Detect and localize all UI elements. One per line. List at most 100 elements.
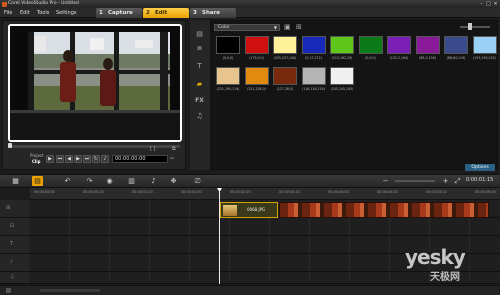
color-swatch[interactable] [387, 36, 411, 54]
color-swatch[interactable] [358, 36, 383, 54]
title-track-header[interactable]: T [0, 236, 30, 254]
trim-markers-icon[interactable]: [ ] [150, 146, 156, 152]
ruler-tick-label: 00:00:04:20 [377, 190, 398, 194]
audio-icon[interactable]: ♫ [194, 112, 205, 121]
scroll-left-icon[interactable] [6, 288, 11, 293]
color-swatch[interactable] [216, 67, 240, 85]
ruler-tick-label: 00:00:05:10 [426, 190, 447, 194]
video-clip[interactable] [279, 202, 489, 218]
volume-icon[interactable]: ♪ [101, 155, 109, 163]
color-swatch[interactable] [244, 36, 269, 54]
timeline-timecode[interactable]: 0:00:01:15 [466, 177, 493, 183]
ruler-tick-label: 00:00:02:20 [230, 190, 251, 194]
color-swatch[interactable] [273, 36, 297, 54]
preview-timecode[interactable]: 00:00:00:00 [112, 155, 168, 163]
ruler-tick-label: 00:00:00:20 [83, 190, 104, 194]
title-icon[interactable]: T [194, 62, 205, 71]
subtitle-editor-icon[interactable]: ⎚ [192, 176, 203, 186]
ruler-tick-label: 00:00:00:00 [34, 190, 55, 194]
color-swatch[interactable] [301, 36, 326, 54]
color-swatch[interactable] [330, 36, 354, 54]
filter-fx-icon[interactable]: FX [194, 96, 205, 105]
next-frame-icon[interactable]: ▶ [74, 155, 82, 163]
menu-tools[interactable]: Tools [37, 10, 49, 16]
tab-capture-number: 1 [99, 10, 103, 16]
auto-music-icon[interactable]: ♪ [148, 176, 159, 186]
timeline-view-icon[interactable]: ▤ [32, 176, 43, 186]
undo-icon[interactable]: ↶ [62, 176, 73, 186]
menu-settings[interactable]: Settings [56, 10, 77, 16]
color-swatch-label: (153,193,255) [473, 56, 496, 60]
add-folder-icon[interactable]: ▣ [284, 23, 291, 31]
options-button[interactable]: Options [465, 164, 495, 171]
cut-clip-icon[interactable]: ✂ [170, 156, 174, 162]
color-swatch[interactable] [444, 36, 468, 54]
end-icon[interactable]: ⏭ [83, 155, 91, 163]
ruler-tick-label: 00:00:04:00 [328, 190, 349, 194]
storyboard-view-icon[interactable]: ▦ [10, 176, 21, 186]
app-icon [2, 1, 7, 7]
tab-edit[interactable]: 2 Edit [143, 8, 189, 18]
video-track-header[interactable]: ⊞ [0, 200, 30, 218]
previous-frame-icon[interactable]: ◀ [65, 155, 73, 163]
status-bar [0, 285, 500, 295]
color-swatch-label: (85,0,136) [419, 56, 436, 60]
clip-name: 0068.JPG [247, 207, 266, 212]
playhead[interactable] [219, 188, 220, 284]
category-dropdown[interactable]: Color ▼ [214, 24, 280, 31]
home-icon[interactable]: ⏮ [56, 155, 64, 163]
zoom-out-icon[interactable]: − [380, 176, 391, 186]
record-capture-icon[interactable]: ◉ [104, 176, 115, 186]
tab-capture[interactable]: 1 Capture [96, 8, 142, 18]
scrubber-handle[interactable] [8, 143, 12, 148]
media-icon[interactable]: ▤ [194, 30, 205, 39]
repeat-icon[interactable]: ↻ [92, 155, 100, 163]
color-swatch[interactable] [301, 67, 326, 85]
zoom-in-icon[interactable]: + [440, 176, 451, 186]
tab-edit-label: Edit [155, 10, 168, 16]
timeline-scrollbar[interactable] [40, 289, 100, 292]
graphic-icon[interactable]: ▰ [194, 80, 205, 89]
watermark-subtitle: 天极网 [430, 272, 460, 283]
tab-share[interactable]: 3 Share [190, 8, 236, 18]
fit-timeline-icon[interactable]: ⤢ [452, 176, 463, 186]
clip-mode-label[interactable]: Clip [32, 159, 41, 164]
color-swatch[interactable] [472, 36, 497, 54]
timeline-zoom-slider[interactable] [395, 180, 435, 182]
color-swatch[interactable] [330, 67, 354, 85]
close-icon[interactable]: × [492, 1, 499, 7]
import-icon[interactable]: ⊞ [296, 23, 302, 31]
preview-window[interactable] [8, 24, 182, 142]
play-icon[interactable]: ▶ [46, 155, 54, 163]
watermark-logo: yesky [405, 245, 466, 269]
ruler-tick-label: 00:00:03:10 [279, 190, 300, 194]
color-swatch[interactable] [415, 36, 440, 54]
tab-share-label: Share [202, 10, 221, 16]
color-swatch-label: (221,195,119) [216, 87, 240, 91]
sound-mixer-icon[interactable]: ▥ [126, 176, 137, 186]
color-swatch-label: (0,17,172) [305, 56, 322, 60]
project-mode-label[interactable]: Project [30, 153, 44, 158]
title-bar: Corel VideoStudio Pro - Untitled – □ × [0, 0, 500, 8]
overlay-track-header[interactable]: ⊡ [0, 218, 30, 236]
color-swatch[interactable] [244, 67, 269, 85]
color-swatch[interactable] [273, 67, 297, 85]
menu-file[interactable]: File [4, 10, 12, 16]
voice-track-header[interactable]: ♪ [0, 254, 30, 272]
redo-icon[interactable]: ↷ [84, 176, 95, 186]
maximize-icon[interactable]: □ [485, 1, 492, 7]
menu-edit[interactable]: Edit [20, 10, 30, 16]
clip-thumbnail [223, 205, 237, 216]
thumbnail-size-slider[interactable] [460, 26, 490, 28]
music-track-header[interactable]: ♫ [0, 272, 30, 284]
minimize-icon[interactable]: – [478, 1, 485, 7]
enlarge-preview-icon[interactable]: ⧉ [172, 146, 176, 152]
transition-icon[interactable]: ⧈ [194, 44, 205, 53]
color-swatch[interactable] [216, 36, 240, 54]
overlay-track[interactable] [30, 218, 500, 236]
color-swatch-label: (175,0,0) [249, 56, 264, 60]
image-clip[interactable]: 0068.JPG [220, 202, 278, 218]
thumbnail-size-handle[interactable] [468, 23, 472, 30]
tab-share-number: 3 [193, 10, 197, 16]
motion-tracking-icon[interactable]: ✥ [168, 176, 179, 186]
